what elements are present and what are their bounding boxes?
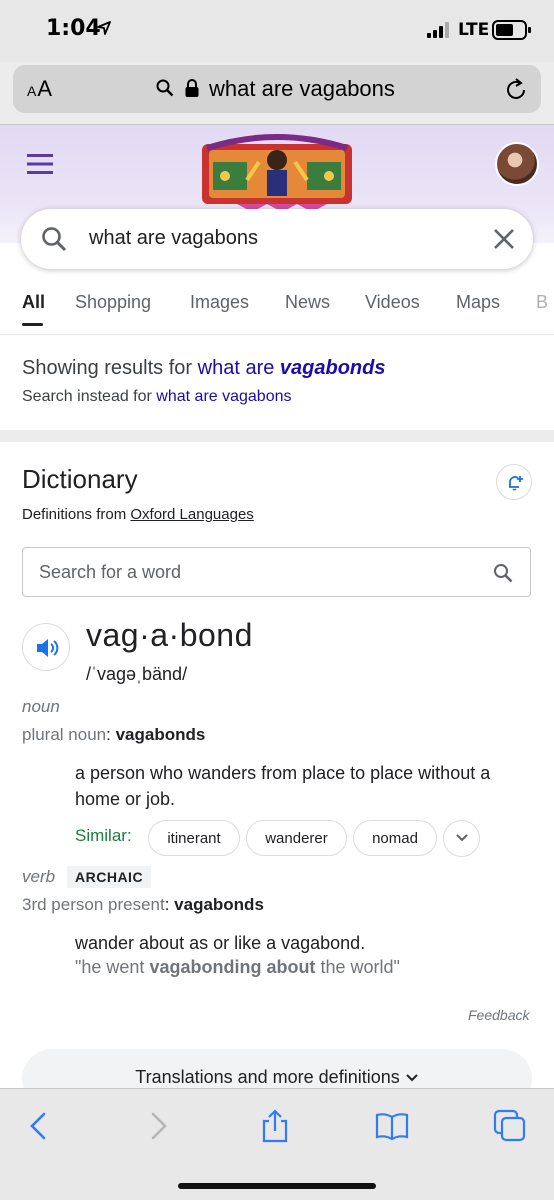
- location-arrow-icon: [97, 21, 111, 35]
- example-pre: "he went: [75, 957, 150, 977]
- search-input[interactable]: what are vagabons: [89, 227, 258, 250]
- address-bar[interactable]: AAAA what are vagabons: [13, 65, 541, 113]
- tabs-icon[interactable]: [493, 1109, 527, 1143]
- tab-maps[interactable]: Maps: [456, 292, 500, 313]
- third-person-value: vagabonds: [174, 895, 264, 914]
- synonym-chip[interactable]: itinerant: [148, 820, 240, 856]
- search-icon[interactable]: [41, 226, 67, 252]
- corrected-query-link[interactable]: what are vagabonds: [198, 357, 386, 379]
- plural-label: plural noun: [22, 725, 107, 744]
- url-text[interactable]: what are vagabons: [209, 76, 395, 102]
- example-bold: vagabonding about: [149, 957, 316, 977]
- verb-definition: wander about as or like a vagabond.: [75, 933, 366, 953]
- clear-search-icon[interactable]: [493, 228, 515, 250]
- part-of-speech-noun: noun: [22, 697, 60, 716]
- corrected-bold: vagabonds: [279, 357, 386, 379]
- reload-icon[interactable]: [506, 77, 528, 101]
- google-header: what are vagabons All Shopping Images Ne…: [0, 125, 554, 335]
- original-query-link[interactable]: what are vagabons: [156, 388, 291, 405]
- showing-prefix: Showing results for: [22, 357, 198, 379]
- instead-prefix: Search instead for: [22, 388, 157, 405]
- tab-shopping[interactable]: Shopping: [75, 292, 151, 313]
- plural-value: vagabonds: [115, 725, 206, 744]
- corrected-plain: what are: [197, 357, 280, 379]
- tab-news[interactable]: News: [285, 292, 330, 313]
- synonym-chip[interactable]: wanderer: [246, 820, 347, 856]
- search-box[interactable]: what are vagabons: [21, 209, 533, 269]
- search-tabs: All Shopping Images News Videos Maps B: [0, 288, 554, 334]
- chevron-down-icon: [406, 1074, 418, 1082]
- google-doodle[interactable]: [197, 132, 357, 212]
- more-definitions-text: Translations and more definitions: [135, 1067, 400, 1087]
- save-button[interactable]: [496, 464, 532, 500]
- third-person-form: 3rd person present: vagabonds: [22, 895, 264, 914]
- search-icon: [156, 79, 174, 97]
- bookmarks-icon[interactable]: [375, 1109, 409, 1143]
- tab-videos[interactable]: Videos: [365, 292, 420, 313]
- forward-icon[interactable]: [141, 1109, 175, 1143]
- word-search-input[interactable]: Search for a word: [22, 547, 531, 597]
- archaic-label: ARCHAIC: [67, 866, 152, 888]
- pronunciation-button[interactable]: [22, 623, 70, 671]
- source-prefix: Definitions from: [22, 506, 131, 523]
- bell-add-icon: [509, 476, 523, 491]
- headword: vag·a·bond: [86, 617, 253, 653]
- search-instead: Search instead for what are vagabons: [22, 388, 292, 406]
- third-person-label: 3rd person present: [22, 895, 165, 914]
- battery-icon: [492, 20, 531, 40]
- status-bar: 1:04 LTE: [0, 0, 554, 62]
- feedback-link[interactable]: Feedback: [468, 1007, 529, 1023]
- verb-example: "he went vagabonding about the world": [75, 957, 400, 978]
- word-search-placeholder: Search for a word: [39, 562, 182, 582]
- search-icon[interactable]: [493, 563, 513, 583]
- text-size-button[interactable]: AAAA: [27, 76, 53, 102]
- account-avatar[interactable]: [495, 142, 539, 186]
- spelling-correction-card: Showing results for what are vagabonds S…: [0, 335, 554, 430]
- noun-definition: a person who wanders from place to place…: [75, 763, 491, 809]
- status-time: 1:04: [46, 16, 101, 41]
- back-icon[interactable]: [22, 1109, 56, 1143]
- chevron-down-icon: [456, 834, 468, 842]
- dictionary-title: Dictionary: [22, 464, 138, 494]
- more-definitions-label: Translations and more definitions: [22, 1067, 532, 1088]
- share-icon[interactable]: [258, 1109, 292, 1143]
- showing-results-for: Showing results for what are vagabonds: [22, 357, 385, 380]
- home-indicator: [178, 1183, 376, 1189]
- example-post: the world": [315, 957, 400, 977]
- active-tab-indicator: [22, 323, 43, 326]
- similar-label: Similar:: [75, 826, 132, 845]
- speaker-icon: [37, 639, 59, 657]
- phonetic: /ˈvaɡəˌbänd/: [86, 664, 188, 684]
- dictionary-source: Definitions from Oxford Languages: [22, 506, 254, 523]
- hamburger-menu-icon[interactable]: [27, 153, 53, 175]
- lock-icon: [185, 79, 199, 97]
- cellular-signal-icon: [427, 22, 449, 38]
- synonym-chip[interactable]: nomad: [353, 820, 437, 856]
- tab-images[interactable]: Images: [190, 292, 249, 313]
- tab-all[interactable]: All: [22, 292, 45, 313]
- part-of-speech-verb: verb: [22, 867, 56, 886]
- oxford-languages-link[interactable]: Oxford Languages: [130, 506, 253, 523]
- plural-form: plural noun: vagabonds: [22, 725, 206, 744]
- dictionary-card: Dictionary Definitions from Oxford Langu…: [0, 442, 554, 1088]
- tab-books-partial[interactable]: B: [536, 292, 548, 313]
- network-type: LTE: [458, 20, 490, 40]
- more-synonyms-button[interactable]: [443, 820, 480, 857]
- more-definitions-button[interactable]: Translations and more definitions: [22, 1049, 532, 1088]
